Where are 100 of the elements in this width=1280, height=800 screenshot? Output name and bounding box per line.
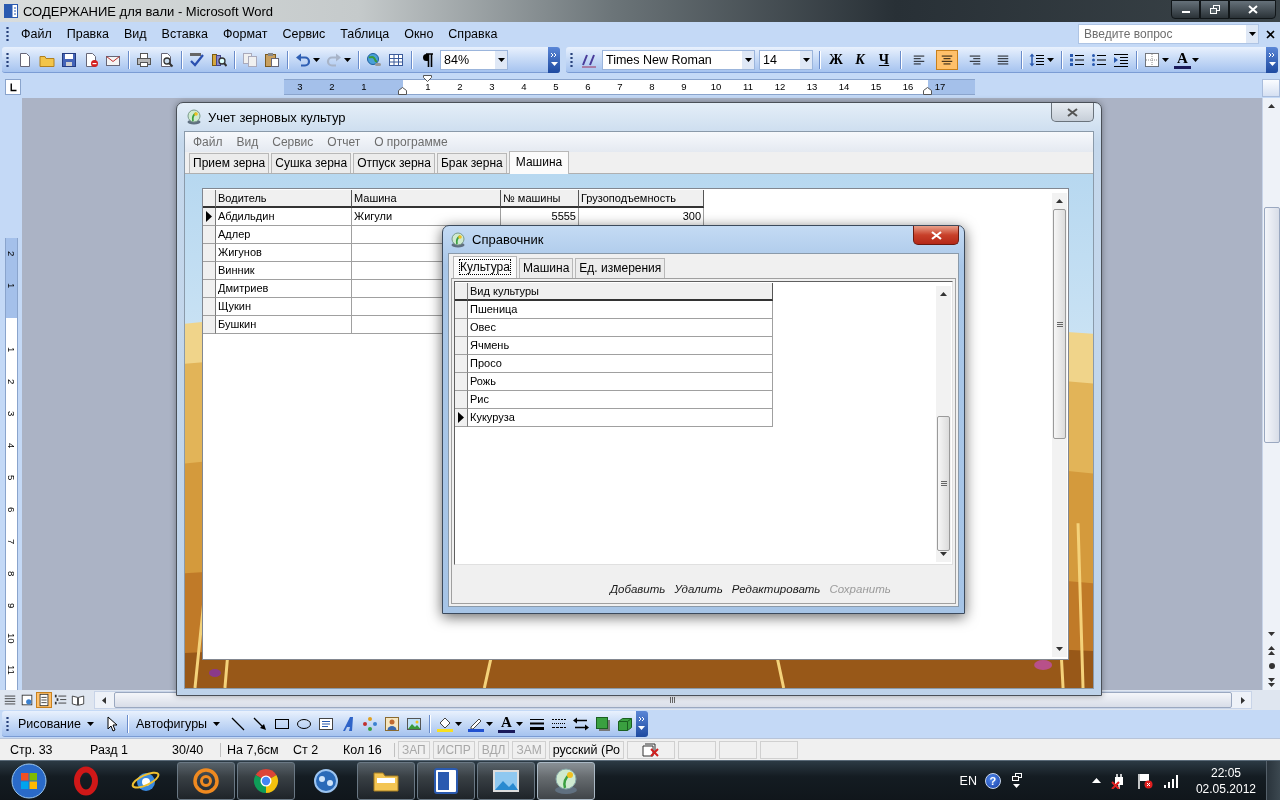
language-indicator[interactable]: EN [959,773,977,788]
taskbar-button[interactable] [417,761,475,800]
action-link[interactable]: Редактировать [731,583,821,595]
toolbar-grip[interactable] [6,51,9,68]
menu-item[interactable]: О программе [367,133,455,151]
view-button[interactable] [2,692,18,708]
taskbar-button[interactable] [357,761,415,800]
text-box-icon[interactable] [318,715,335,732]
undo-icon[interactable] [295,51,311,68]
previous-page-icon[interactable] [1268,645,1275,655]
down-arrow-icon[interactable] [1056,647,1063,651]
arrow-icon[interactable] [252,715,269,732]
page-stop-icon[interactable] [83,51,99,68]
bold-button[interactable]: Ж [825,49,847,70]
arrow-style-icon[interactable] [572,715,589,732]
next-page-icon[interactable] [1268,677,1275,687]
up-arrow-icon[interactable] [1056,199,1063,203]
menu-item[interactable]: Правка [59,25,116,43]
close-button[interactable] [1051,103,1094,122]
menu-item[interactable]: Вид [116,25,154,43]
scroll-thumb[interactable] [1053,209,1066,439]
printer-icon[interactable] [136,51,152,68]
caret-icon[interactable] [1162,57,1169,62]
view-button[interactable] [19,692,35,708]
menu-item[interactable]: Вид [229,133,266,151]
tab[interactable]: Отпуск зерна [353,153,435,173]
cube-icon[interactable] [616,715,633,732]
up-arrow-icon[interactable] [1091,778,1101,783]
down-arrow-icon[interactable] [940,552,947,556]
font-color-button[interactable]: A [1174,50,1191,69]
status-field[interactable]: русский (Ро [548,740,624,759]
table-icon[interactable] [388,51,404,68]
minimize-button[interactable] [1171,0,1200,19]
line-spacing-icon[interactable] [1029,51,1045,68]
view-button[interactable] [70,692,86,708]
toolbar-options-button[interactable] [635,710,648,737]
tab[interactable]: Культура [453,256,517,279]
shadow-icon[interactable] [594,715,611,732]
tab[interactable]: Машина [518,258,574,278]
globe-icon[interactable] [366,51,382,68]
action-link[interactable]: Удалить [674,583,723,595]
left-arrow-icon[interactable] [101,696,106,704]
italic-button[interactable]: К [849,49,871,70]
diagram-icon[interactable] [362,715,379,732]
portrait-frame-icon[interactable] [384,715,401,732]
toolbar-grip[interactable] [570,51,573,68]
spell-check-icon[interactable] [189,51,205,68]
clock-time[interactable]: 22:05 [1210,764,1241,781]
caret-icon[interactable] [313,57,320,62]
toolbar-options-button[interactable] [548,46,560,73]
menu-button[interactable]: Автофигуры [131,714,228,733]
font-color-button[interactable]: A [498,714,515,733]
scroll-thumb[interactable] [937,416,950,551]
scrollbar[interactable] [1262,98,1280,690]
menu-item[interactable]: Сервис [265,133,321,151]
column-header[interactable]: № машины [501,190,579,208]
numbered-list-icon[interactable] [1069,51,1085,68]
row-selector[interactable] [203,208,216,226]
tab[interactable]: Машина [508,151,570,174]
tab[interactable]: Прием зерна [189,153,270,173]
menu-item[interactable]: Сервис [275,25,333,43]
caret-icon[interactable] [1047,57,1054,62]
line-icon[interactable] [230,715,247,732]
close-button[interactable] [913,226,959,245]
indent-icon[interactable] [1113,51,1129,68]
menu-item[interactable]: Файл [14,25,59,43]
restore-icon[interactable] [1011,773,1022,781]
taskbar-button[interactable] [177,761,235,800]
menu-item[interactable]: Отчет [320,133,368,151]
taskbar-button[interactable] [237,761,295,800]
caret-icon[interactable] [515,721,523,726]
column-header[interactable]: Грузоподъемность [579,190,704,208]
borders-icon[interactable] [1144,51,1160,68]
up-arrow-icon[interactable] [1268,104,1275,108]
menu-button[interactable]: Рисование [14,714,101,733]
flag-icon[interactable] [1136,772,1153,789]
tab[interactable]: Ед. измерения [575,258,666,278]
up-arrow-icon[interactable] [940,292,947,296]
bulleted-list-icon[interactable] [1091,51,1107,68]
menu-item[interactable]: Вставка [154,25,216,43]
spelling-status-icon[interactable] [641,742,660,757]
taskbar-button[interactable] [537,761,595,800]
browse-object-icon[interactable] [1267,662,1276,670]
close-button[interactable] [1229,0,1276,19]
indent-marker-icon[interactable] [923,87,932,95]
toolbar-grip[interactable] [6,26,9,42]
align-center-icon[interactable] [936,49,958,70]
books-magnifier-icon[interactable] [211,51,227,68]
scrollbar[interactable] [1052,193,1067,657]
view-button[interactable] [36,692,52,708]
scrollbar[interactable] [936,286,951,562]
action-link[interactable]: Добавить [610,583,666,595]
right-arrow-icon[interactable] [1240,696,1245,704]
restore-button[interactable] [1200,0,1229,19]
menu-item[interactable]: Справка [441,25,505,43]
menu-item[interactable]: Окно [397,25,441,43]
toolbar-grip[interactable] [6,715,9,732]
caret-icon[interactable] [455,721,463,726]
paint-bucket-icon[interactable] [437,715,454,732]
column-header[interactable]: Вид культуры [468,283,773,301]
